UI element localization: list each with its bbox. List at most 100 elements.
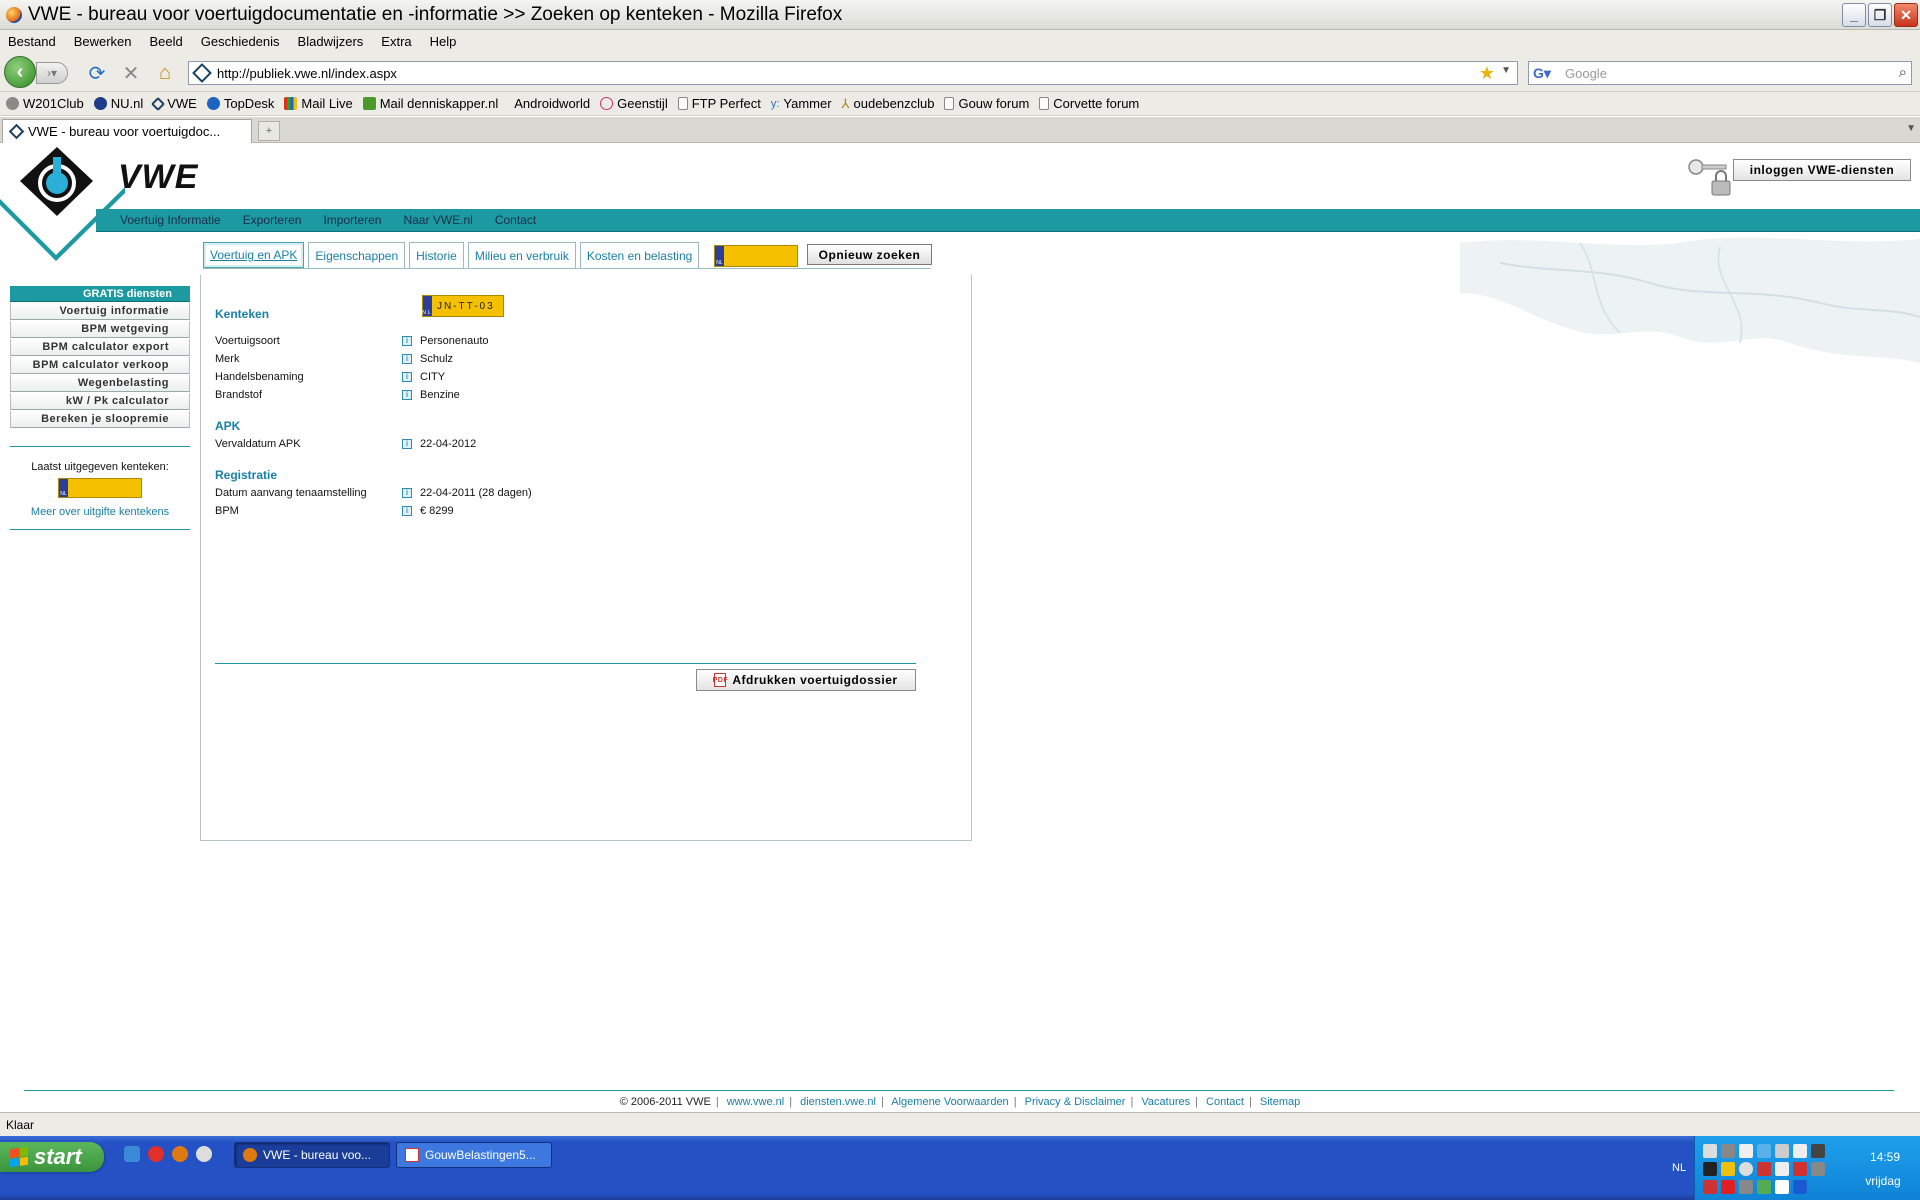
info-icon[interactable]: i (402, 336, 412, 346)
ie-quicklaunch-icon[interactable] (124, 1146, 140, 1162)
menu-bladwijzers[interactable]: Bladwijzers (298, 34, 364, 49)
tray-icon[interactable] (1739, 1162, 1753, 1176)
bookmark-item[interactable]: Androidworld (514, 96, 590, 111)
nav-naar-vwe[interactable]: Naar VWE.nl (403, 213, 472, 227)
back-button[interactable]: ‹ (4, 56, 36, 88)
menu-extra[interactable]: Extra (381, 34, 411, 49)
bookmark-item[interactable]: TopDesk (206, 96, 274, 111)
tray-icon[interactable] (1775, 1162, 1789, 1176)
tab-eigenschappen[interactable]: Eigenschappen (308, 242, 406, 268)
bookmark-item[interactable]: FTP Perfect (677, 96, 761, 111)
bookmark-item[interactable]: Corvette forum (1039, 96, 1139, 111)
footer-link[interactable]: Privacy & Disclaimer (1025, 1096, 1126, 1108)
tray-icon[interactable] (1775, 1180, 1789, 1194)
menu-bewerken[interactable]: Bewerken (74, 34, 132, 49)
login-button[interactable]: inloggen VWE-diensten (1733, 159, 1911, 181)
tab-kosten-en-belasting[interactable]: Kosten en belasting (579, 242, 700, 268)
clock-day[interactable]: vrijdag (1853, 1174, 1913, 1188)
menu-help[interactable]: Help (430, 34, 457, 49)
media-quicklaunch-icon[interactable] (196, 1146, 212, 1162)
sidebar-item-bpm-export[interactable]: BPM calculator export (10, 339, 190, 356)
vwe-logo-icon[interactable] (0, 143, 125, 263)
tab-voertuig-en-apk[interactable]: Voertuig en APK (203, 242, 305, 268)
tray-icon[interactable] (1721, 1144, 1735, 1158)
bookmark-item[interactable]: NU.nl (93, 96, 143, 111)
tray-icon[interactable] (1757, 1162, 1771, 1176)
google-engine-icon[interactable]: G▾ (1533, 65, 1551, 82)
new-tab-button[interactable]: + (258, 121, 280, 141)
taskbar-item-excel[interactable]: GouwBelastingen5... (396, 1142, 552, 1168)
footer-link[interactable]: Vacatures (1141, 1096, 1190, 1108)
url-bar[interactable]: http://publiek.vwe.nl/index.aspx ★ ▼ (188, 61, 1518, 85)
bookmark-item[interactable]: Geenstijl (600, 96, 668, 111)
tray-icon[interactable] (1739, 1144, 1753, 1158)
footer-link[interactable]: diensten.vwe.nl (800, 1096, 876, 1108)
info-icon[interactable]: i (402, 439, 412, 449)
bookmark-item[interactable]: Mail Live (284, 96, 353, 111)
nav-voertuig-informatie[interactable]: Voertuig Informatie (120, 213, 221, 227)
nav-importeren[interactable]: Importeren (323, 213, 381, 227)
tray-icon[interactable] (1739, 1180, 1753, 1194)
bookmark-star-icon[interactable]: ★ (1479, 63, 1495, 84)
tray-icon[interactable] (1775, 1144, 1789, 1158)
reload-icon[interactable]: ⟳ (86, 62, 108, 85)
tray-icon[interactable] (1703, 1180, 1717, 1194)
tray-icon[interactable] (1811, 1144, 1825, 1158)
bookmark-item[interactable]: Gouw forum (944, 96, 1029, 111)
firefox-quicklaunch-icon[interactable] (172, 1146, 188, 1162)
tray-icon[interactable] (1703, 1162, 1717, 1176)
tab-milieu-en-verbruik[interactable]: Milieu en verbruik (467, 242, 576, 268)
menu-geschiedenis[interactable]: Geschiedenis (201, 34, 280, 49)
tray-icon[interactable] (1721, 1180, 1735, 1194)
maximize-button[interactable]: ❐ (1868, 3, 1892, 27)
minimize-button[interactable]: _ (1842, 3, 1866, 27)
vwe-logo-text[interactable]: VWE (118, 158, 198, 197)
sidebar-item-bpm-verkoop[interactable]: BPM calculator verkoop (10, 357, 190, 374)
bookmark-item[interactable]: y: Yammer (771, 96, 832, 111)
nav-contact[interactable]: Contact (495, 213, 536, 227)
site-identity-icon[interactable] (192, 63, 212, 83)
clock-time[interactable]: 14:59 (1855, 1150, 1915, 1164)
sidebar-item-sloopremie[interactable]: Bereken je sloopremie (10, 411, 190, 428)
tab-list-icon[interactable]: ▼ (1906, 123, 1916, 134)
browser-tab[interactable]: VWE - bureau voor voertuigdoc... (2, 119, 252, 143)
menu-beeld[interactable]: Beeld (150, 34, 183, 49)
language-indicator[interactable]: NL (1672, 1162, 1686, 1174)
home-icon[interactable]: ⌂ (154, 62, 176, 84)
info-icon[interactable]: i (402, 372, 412, 382)
bookmark-item[interactable]: ⅄ oudebenzclub (842, 96, 935, 112)
tray-icon[interactable] (1793, 1162, 1807, 1176)
new-search-button[interactable]: Opnieuw zoeken (807, 244, 932, 265)
bookmark-item[interactable]: W201Club (6, 96, 84, 111)
taskbar-item-firefox[interactable]: VWE - bureau voo... (234, 1142, 390, 1168)
sidebar-item-wegenbelasting[interactable]: Wegenbelasting (10, 375, 190, 392)
info-icon[interactable]: i (402, 390, 412, 400)
bookmark-item[interactable]: VWE (151, 96, 197, 111)
more-plates-link[interactable]: Meer over uitgifte kentekens (10, 506, 190, 518)
tray-icon[interactable] (1793, 1180, 1807, 1194)
nav-exporteren[interactable]: Exporteren (243, 213, 302, 227)
tray-icon[interactable] (1721, 1162, 1735, 1176)
search-icon[interactable]: ⌕ (1899, 64, 1907, 81)
bookmark-item[interactable]: Mail denniskapper.nl (362, 96, 498, 111)
app-quicklaunch-icon[interactable] (148, 1146, 164, 1162)
start-button[interactable]: start (0, 1142, 104, 1172)
url-dropdown-icon[interactable]: ▼ (1501, 65, 1511, 76)
footer-link[interactable]: Contact (1206, 1096, 1244, 1108)
sidebar-item-kw-pk[interactable]: kW / Pk calculator (10, 393, 190, 410)
footer-link[interactable]: Sitemap (1260, 1096, 1300, 1108)
stop-icon[interactable]: ✕ (120, 62, 142, 85)
footer-link[interactable]: www.vwe.nl (727, 1096, 784, 1108)
info-icon[interactable]: i (402, 506, 412, 516)
footer-link[interactable]: Algemene Voorwaarden (891, 1096, 1008, 1108)
sidebar-item-voertuig-informatie[interactable]: Voertuig informatie (10, 303, 190, 320)
sidebar-item-bpm-wetgeving[interactable]: BPM wetgeving (10, 321, 190, 338)
tray-icon[interactable] (1757, 1144, 1771, 1158)
plate-search-input[interactable]: NL (714, 245, 798, 267)
menu-bestand[interactable]: Bestand (8, 34, 56, 49)
search-input[interactable]: G▾ Google ⌕ (1528, 61, 1912, 85)
info-icon[interactable]: i (402, 354, 412, 364)
tray-icon[interactable] (1703, 1144, 1717, 1158)
close-button[interactable]: ✕ (1894, 3, 1918, 27)
tray-icon[interactable] (1757, 1180, 1771, 1194)
